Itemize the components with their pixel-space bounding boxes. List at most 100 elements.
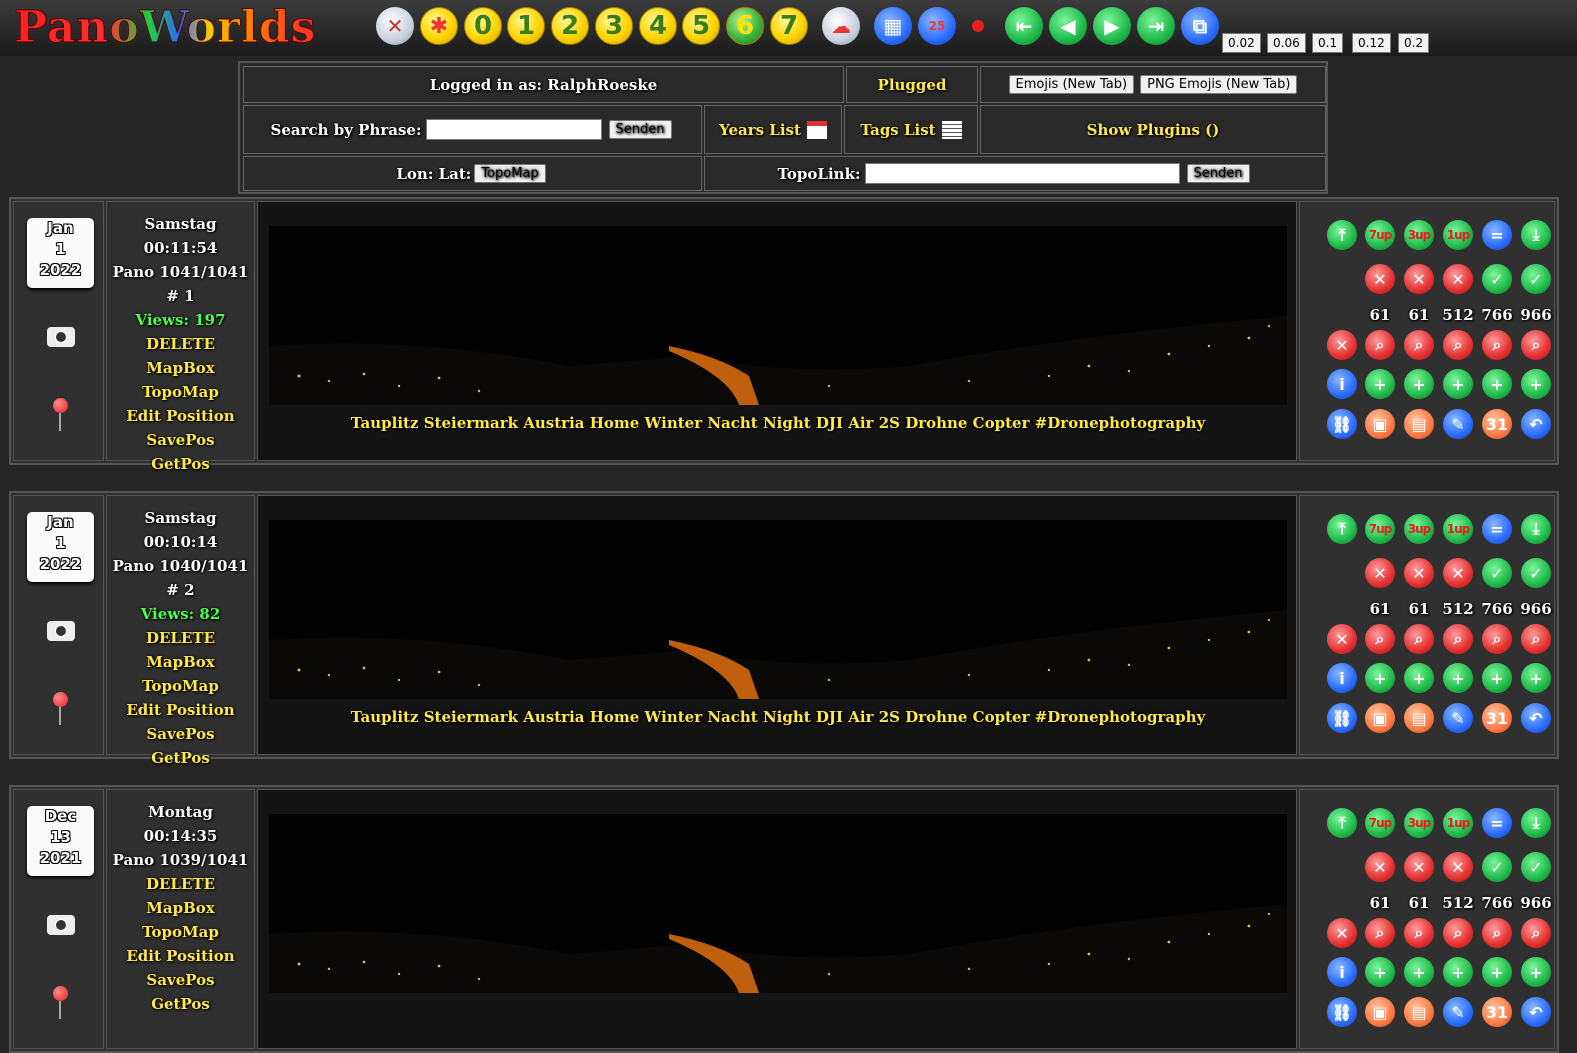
number-button-3[interactable]: 3 [595,7,633,45]
link-icon[interactable]: ⛓ [1327,997,1357,1027]
one-up-button[interactable]: 1up [1443,808,1473,838]
clipboard-icon[interactable]: ▤ [1404,409,1434,439]
zoom-search-icon[interactable]: ⌕ [1365,624,1395,654]
zoom-search-icon[interactable]: ⌕ [1482,624,1512,654]
topolink-send-button[interactable]: Senden [1186,164,1250,183]
zoom-search-icon[interactable]: ⌕ [1521,624,1551,654]
calendar-31-icon[interactable]: 31 [1482,997,1512,1027]
clipboard-icon[interactable]: ▤ [1404,703,1434,733]
check-icon[interactable]: ✓ [1521,852,1551,882]
undo-arrow-icon[interactable]: ↶ [1521,703,1551,733]
equals-button[interactable]: = [1482,220,1512,250]
close-x-icon[interactable]: ✕ [376,7,414,45]
add-plus-icon[interactable]: + [1443,957,1473,987]
map-pin-icon[interactable] [53,692,68,725]
camera-icon[interactable] [47,621,75,641]
seven-up-button[interactable]: 7up [1365,514,1395,544]
download-icon[interactable]: ⤓ [1521,514,1551,544]
add-plus-icon[interactable]: + [1365,369,1395,399]
equals-button[interactable]: = [1482,514,1512,544]
show-plugins-link[interactable]: Show Plugins () [980,105,1326,154]
check-icon[interactable]: ✓ [1521,558,1551,588]
camera-icon[interactable] [47,327,75,347]
move-to-top-icon[interactable]: ⤒ [1327,514,1357,544]
mapbox-topomap-link[interactable]: MapBox TopoMap [107,896,254,944]
cloud-upload-icon[interactable]: ☁ [822,7,860,45]
three-up-button[interactable]: 3up [1404,514,1434,544]
add-plus-icon[interactable]: + [1404,369,1434,399]
download-icon[interactable]: ⤓ [1521,220,1551,250]
download-icon[interactable]: ⤓ [1521,808,1551,838]
remove-x-icon[interactable]: ✕ [1327,330,1357,360]
add-plus-icon[interactable]: + [1404,957,1434,987]
seven-up-button[interactable]: 7up [1365,220,1395,250]
getpos-link[interactable]: GetPos [107,746,254,770]
emojis-new-tab-button[interactable]: Emojis (New Tab) [1008,75,1135,94]
delete-x-icon[interactable]: ✕ [1443,264,1473,294]
delete-x-icon[interactable]: ✕ [1404,852,1434,882]
zoom-search-icon[interactable]: ⌕ [1521,330,1551,360]
zoom-search-icon[interactable]: ⌕ [1365,330,1395,360]
remove-x-icon[interactable]: ✕ [1327,624,1357,654]
edit-position-link[interactable]: Edit Position [107,944,254,968]
calendar-date-icon[interactable]: Jan 1 2022 [27,218,94,288]
zoom-search-icon[interactable]: ⌕ [1443,918,1473,948]
delete-link[interactable]: DELETE [107,626,254,650]
zoom-search-icon[interactable]: ⌕ [1482,330,1512,360]
add-plus-icon[interactable]: + [1443,369,1473,399]
scale-button-0.1[interactable]: 0.1 [1312,33,1344,53]
previous-icon[interactable]: ◀ [1049,7,1087,45]
open-external-icon[interactable]: ⧉ [1181,7,1219,45]
last-page-icon[interactable]: ⇥ [1137,7,1175,45]
edit-pencil-icon[interactable]: ✎ [1443,703,1473,733]
savepos-link[interactable]: SavePos [107,722,254,746]
add-plus-icon[interactable]: + [1521,957,1551,987]
edit-position-link[interactable]: Edit Position [107,698,254,722]
image-icon[interactable]: ▣ [1365,703,1395,733]
zoom-search-icon[interactable]: ⌕ [1443,330,1473,360]
undo-arrow-icon[interactable]: ↶ [1521,409,1551,439]
savepos-link[interactable]: SavePos [107,428,254,452]
add-plus-icon[interactable]: + [1443,663,1473,693]
add-plus-icon[interactable]: + [1482,369,1512,399]
savepos-link[interactable]: SavePos [107,968,254,992]
info-icon[interactable]: i [1327,369,1357,399]
panorama-image[interactable] [269,520,1287,699]
next-icon[interactable]: ▶ [1093,7,1131,45]
clipboard-icon[interactable]: ▤ [1404,997,1434,1027]
delete-x-icon[interactable]: ✕ [1365,264,1395,294]
getpos-link[interactable]: GetPos [107,992,254,1016]
three-up-button[interactable]: 3up [1404,808,1434,838]
zoom-search-icon[interactable]: ⌕ [1365,918,1395,948]
calendar-31-icon[interactable]: 31 [1482,409,1512,439]
one-up-button[interactable]: 1up [1443,220,1473,250]
image-icon[interactable]: ▣ [1365,409,1395,439]
zoom-search-icon[interactable]: ⌕ [1443,624,1473,654]
png-emojis-new-tab-button[interactable]: PNG Emojis (New Tab) [1140,75,1298,94]
number-button-1[interactable]: 1 [507,7,545,45]
calendar-31-icon[interactable]: 31 [1482,703,1512,733]
seven-up-button[interactable]: 7up [1365,808,1395,838]
zoom-search-icon[interactable]: ⌕ [1404,330,1434,360]
check-icon[interactable]: ✓ [1482,558,1512,588]
link-icon[interactable]: ⛓ [1327,409,1357,439]
move-to-top-icon[interactable]: ⤒ [1327,808,1357,838]
topomap-button[interactable]: TopoMap [474,164,546,183]
delete-x-icon[interactable]: ✕ [1365,852,1395,882]
info-icon[interactable]: i [1327,957,1357,987]
delete-x-icon[interactable]: ✕ [1443,852,1473,882]
mapbox-topomap-link[interactable]: MapBox TopoMap [107,356,254,404]
add-plus-icon[interactable]: + [1482,663,1512,693]
three-up-button[interactable]: 3up [1404,220,1434,250]
add-plus-icon[interactable]: + [1365,957,1395,987]
logo[interactable]: PanoWorlds [13,2,316,54]
zoom-search-icon[interactable]: ⌕ [1482,918,1512,948]
plugged-link[interactable]: Plugged [846,66,978,103]
number-button-2[interactable]: 2 [551,7,589,45]
zoom-search-icon[interactable]: ⌕ [1521,918,1551,948]
zoom-search-icon[interactable]: ⌕ [1404,918,1434,948]
map-pin-icon[interactable] [53,398,68,431]
calendar-date-icon[interactable]: Jan 1 2022 [27,512,94,582]
camera-icon[interactable] [47,915,75,935]
number-button-0[interactable]: 0 [464,7,502,45]
